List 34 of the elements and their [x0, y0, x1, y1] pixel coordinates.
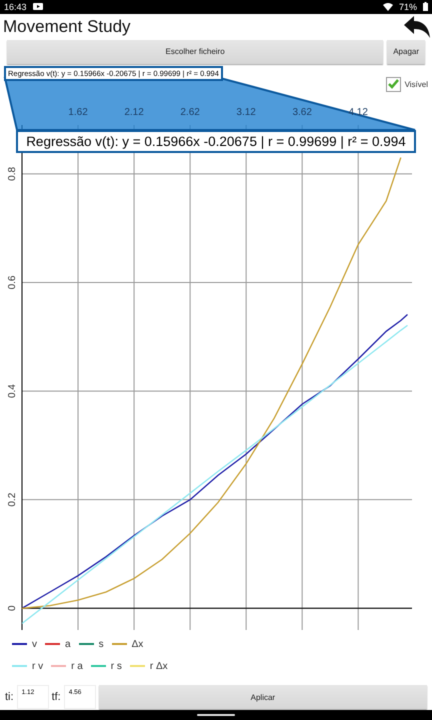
field-label: ti:: [5, 691, 14, 704]
axis-tick-label: 2.62: [180, 106, 200, 118]
axis-tick-label: 0.6: [7, 275, 18, 290]
legend-label: a: [65, 638, 71, 650]
axis-tick-label: 0.4: [7, 384, 18, 398]
legend-label: r a: [71, 660, 83, 672]
legend-label: s: [98, 638, 104, 650]
wifi-icon: [382, 2, 393, 11]
back-arrow-icon[interactable]: [404, 16, 430, 38]
battery-text: 71%: [398, 2, 417, 12]
checkbox[interactable]: [386, 76, 401, 92]
axis-tick-label: 2.12: [124, 106, 144, 118]
legend-label: r Δx: [150, 660, 168, 672]
clear-button[interactable]: Apagar: [387, 40, 425, 64]
axis-tick-label: 3.62: [292, 106, 312, 118]
choose-file-button[interactable]: Escolher ficheiro: [7, 40, 384, 64]
axis-tick-label: 0: [7, 605, 18, 611]
regression-callout: Regressão v(t): y = 0.15966x -0.20675 | r = 0.99699 | r² = 0.994: [16, 130, 416, 153]
checkbox-label: Visível: [404, 80, 428, 89]
legend-label: v: [32, 638, 37, 650]
clock-text: 16:43: [4, 2, 27, 12]
battery-icon: [423, 2, 428, 12]
app-title: Movement Study: [3, 16, 131, 37]
legend-label: r v: [32, 660, 44, 672]
legend-label: r s: [110, 660, 122, 672]
video-icon: [32, 3, 43, 10]
field-label: tf:: [52, 691, 61, 704]
axis-tick-label: 0.8: [7, 166, 18, 180]
apply-button[interactable]: Aplicar: [98, 685, 427, 710]
home-handle[interactable]: [197, 714, 235, 716]
legend-label: Δx: [132, 638, 144, 650]
axis-tick-label: 3.12: [236, 106, 256, 118]
axis-tick-label: 0.2: [7, 492, 18, 506]
axis-tick-label: 1.62: [68, 106, 88, 118]
